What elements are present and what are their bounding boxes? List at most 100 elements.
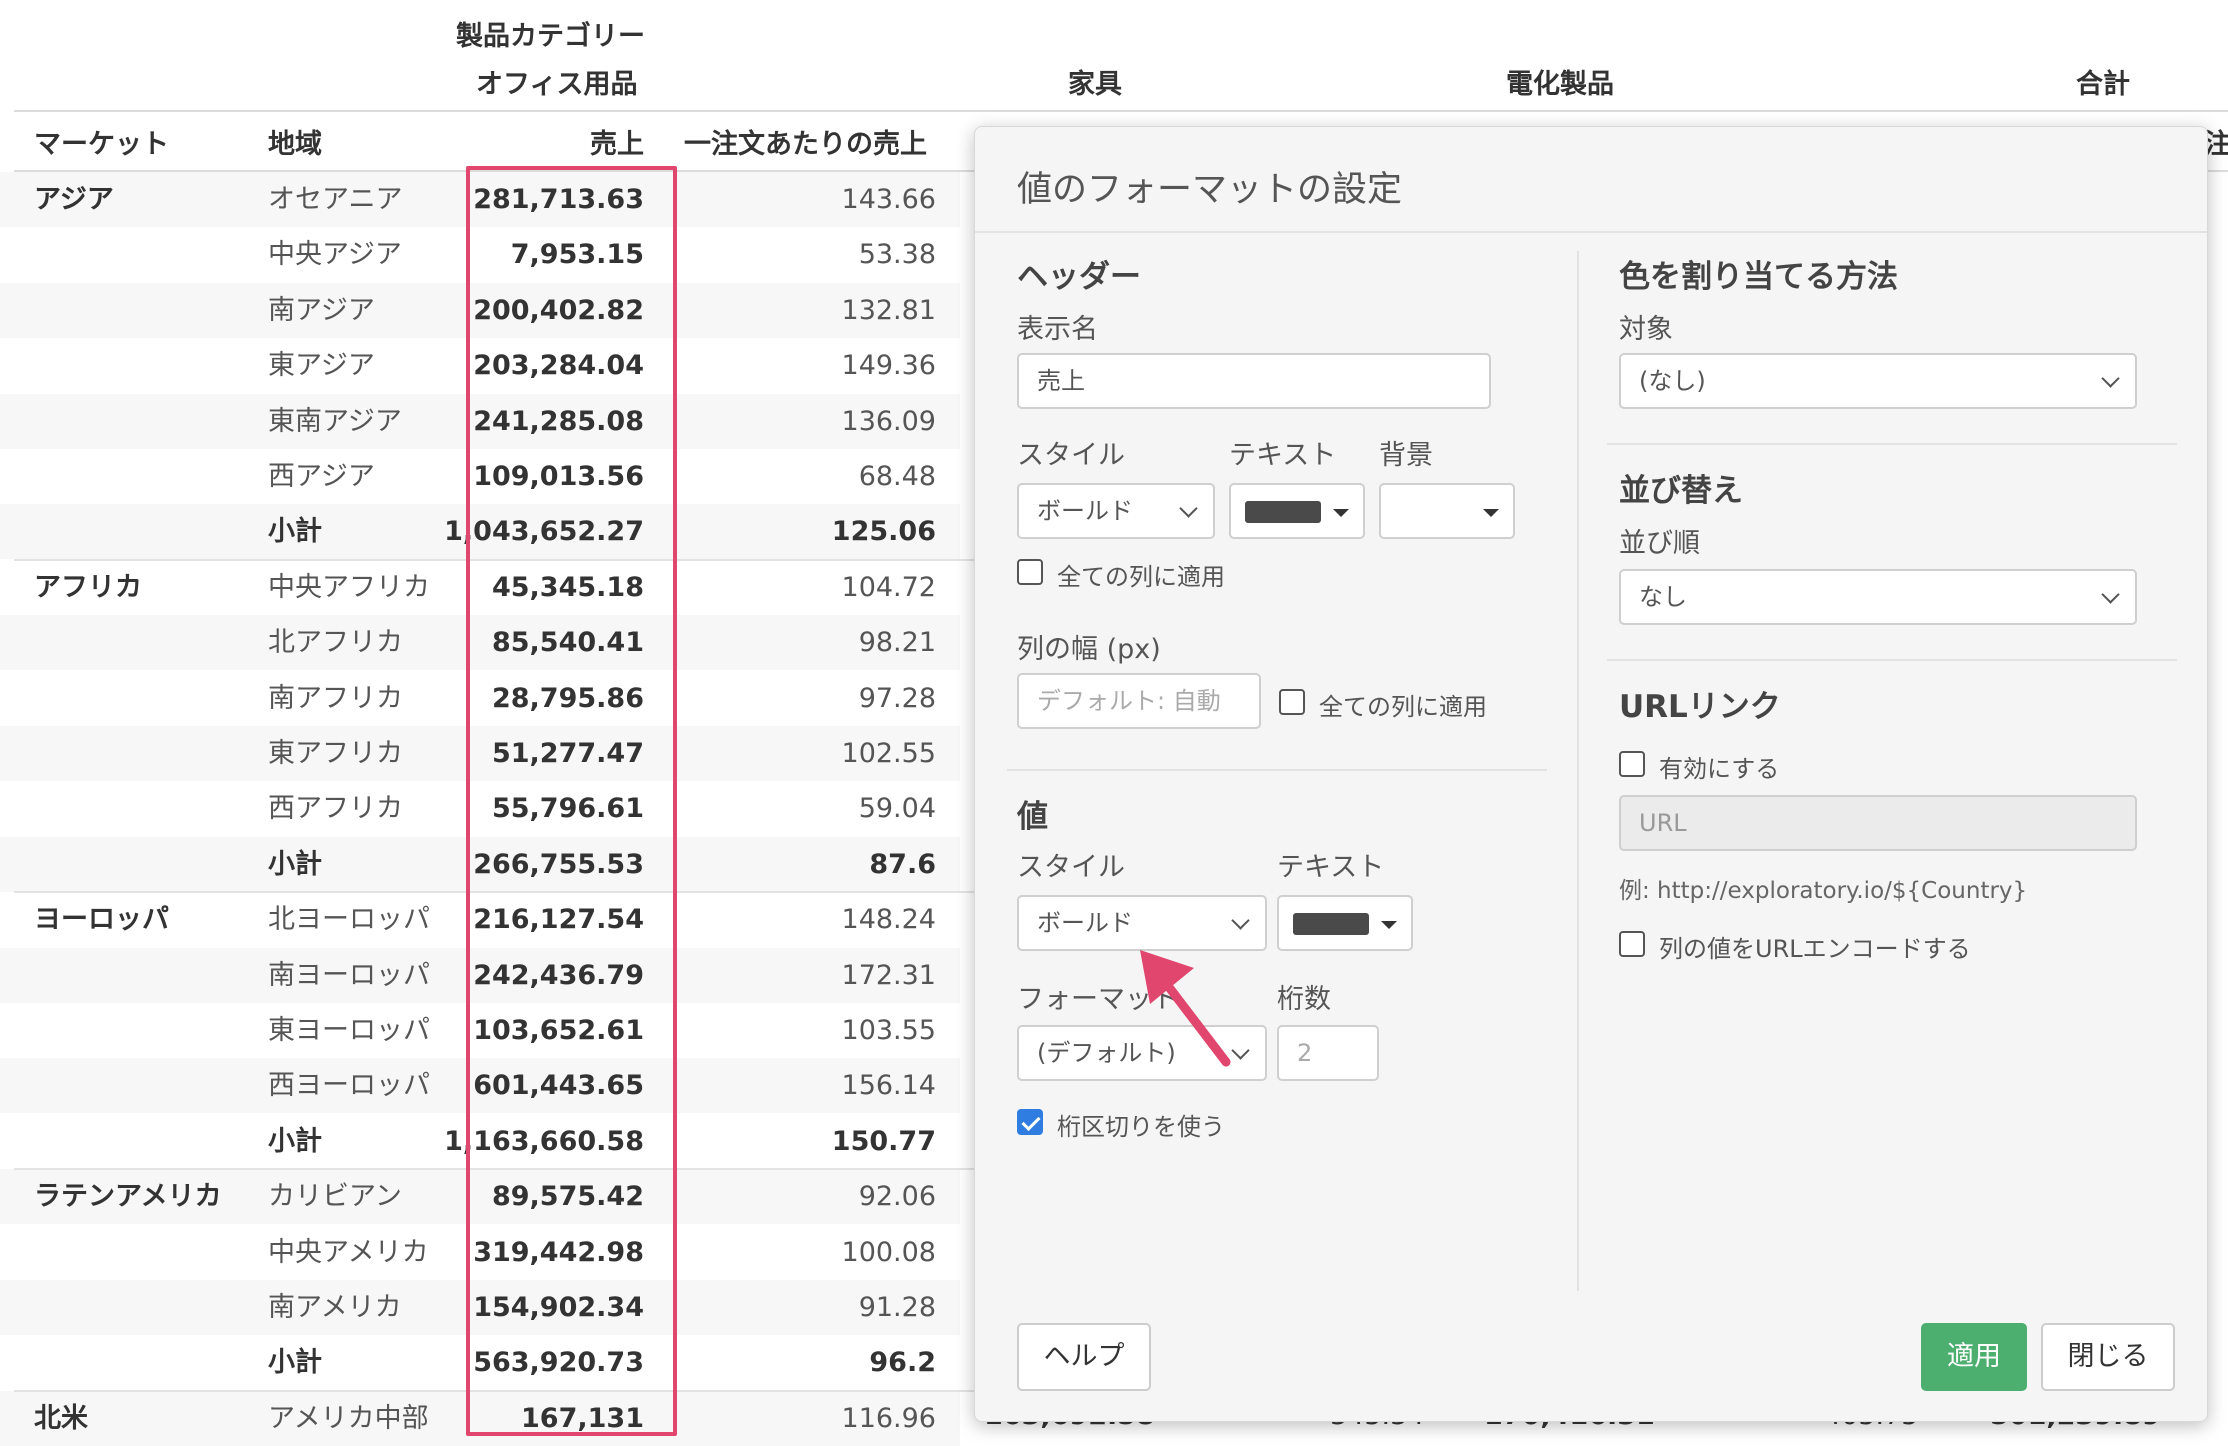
region-cell: 小計 — [268, 848, 322, 880]
dialog-title-divider — [975, 231, 2207, 233]
caret-down-icon — [1483, 509, 1499, 517]
region-cell: アメリカ中部 — [268, 1402, 429, 1434]
value-text-color-picker[interactable] — [1277, 895, 1413, 951]
avg-sales-cell: 100.08 — [841, 1236, 936, 1268]
avg-sales-cell: 68.48 — [858, 461, 936, 492]
header-text-label: テキスト — [1229, 440, 1337, 471]
dimension-label: 製品カテゴリー — [456, 21, 645, 52]
format-select[interactable]: (デフォルト) — [1017, 1025, 1267, 1081]
region-cell: 西アフリカ — [268, 793, 403, 825]
region-cell: 西アジア — [268, 461, 375, 492]
section-divider — [1607, 659, 2177, 661]
color-target-select[interactable]: (なし) — [1619, 353, 2137, 409]
header-style-select[interactable]: ボールド — [1017, 483, 1215, 539]
market-cell: アフリカ — [34, 571, 142, 603]
avg-sales-cell: 53.38 — [858, 239, 936, 271]
col-header-sales[interactable]: 売上 — [590, 122, 644, 161]
region-cell: 中央アフリカ — [268, 571, 430, 603]
url-input[interactable]: URL — [1619, 795, 2137, 851]
category-furniture: 家具 — [1068, 69, 1122, 100]
col-header-avg-sales[interactable]: 一注文あたりの売上 — [684, 122, 927, 161]
avg-sales-cell: 116.96 — [841, 1402, 936, 1434]
market-cell: アジア — [34, 184, 114, 215]
avg-sales-cell: 143.66 — [841, 184, 936, 215]
region-cell: 中央アジア — [268, 239, 402, 271]
color-section-heading: 色を割り当てる方法 — [1619, 259, 1898, 295]
value-text-color-swatch — [1293, 913, 1369, 935]
header-divider — [14, 110, 2228, 112]
display-name-label: 表示名 — [1017, 314, 1098, 345]
sort-order-select[interactable]: なし — [1619, 569, 2137, 625]
value-style-select[interactable]: ボールド — [1017, 895, 1267, 951]
dialog-title: 値のフォーマットの設定 — [1017, 170, 1403, 210]
value-text-label: テキスト — [1277, 852, 1385, 883]
market-cell: ヨーロッパ — [34, 904, 169, 936]
avg-sales-cell: 104.72 — [841, 571, 936, 603]
region-cell: オセアニア — [268, 184, 403, 215]
region-cell: 東ヨーロッパ — [268, 1015, 430, 1046]
avg-sales-cell: 91.28 — [858, 1292, 936, 1323]
column-width-label: 列の幅 (px) — [1017, 634, 1161, 665]
avg-sales-cell: 92.06 — [858, 1181, 936, 1213]
avg-sales-cell: 172.31 — [841, 959, 936, 991]
region-cell: 小計 — [268, 1125, 322, 1157]
avg-sales-cell: 132.81 — [841, 294, 936, 326]
format-label: フォーマット — [1017, 984, 1179, 1015]
avg-sales-cell: 98.21 — [858, 627, 936, 659]
header-section-heading: ヘッダー — [1017, 259, 1141, 295]
avg-sales-cell: 150.77 — [831, 1125, 936, 1157]
header-background-label: 背景 — [1379, 440, 1433, 471]
section-divider — [1607, 443, 2177, 445]
caret-down-icon — [1333, 509, 1349, 517]
category-office: オフィス用品 — [476, 69, 638, 100]
col-header-region[interactable]: 地域 — [268, 122, 322, 161]
sales-column-highlight — [466, 166, 677, 1436]
region-cell: 東南アジア — [268, 405, 402, 437]
region-cell: 北アフリカ — [268, 627, 403, 659]
avg-sales-cell: 148.24 — [841, 904, 936, 936]
display-name-input[interactable]: 売上 — [1017, 353, 1491, 409]
region-cell: 南アフリカ — [268, 682, 403, 714]
url-enable-checkbox[interactable] — [1619, 751, 1645, 777]
url-enable-label: 有効にする — [1659, 755, 1780, 783]
close-button[interactable]: 閉じる — [2041, 1323, 2175, 1391]
region-cell: 小計 — [268, 1347, 322, 1379]
apply-button[interactable]: 適用 — [1921, 1323, 2027, 1391]
width-apply-all-label: 全ての列に適用 — [1319, 693, 1487, 721]
region-cell: 中央アメリカ — [268, 1236, 429, 1268]
header-style-label: スタイル — [1017, 440, 1125, 471]
header-apply-all-checkbox[interactable] — [1017, 559, 1043, 585]
color-target-label: 対象 — [1619, 314, 1673, 345]
col-header-market[interactable]: マーケット — [34, 122, 169, 161]
digits-input[interactable]: 2 — [1277, 1025, 1379, 1081]
avg-sales-cell: 96.2 — [869, 1347, 936, 1379]
sort-section-heading: 並び替え — [1619, 473, 1743, 509]
region-cell: 小計 — [268, 516, 322, 548]
url-encode-label: 列の値をURLエンコードする — [1659, 935, 1971, 963]
header-apply-all-label: 全ての列に適用 — [1057, 563, 1225, 591]
avg-sales-cell: 97.28 — [858, 682, 936, 714]
width-apply-all-checkbox[interactable] — [1279, 689, 1305, 715]
value-style-label: スタイル — [1017, 852, 1125, 883]
format-settings-dialog: 値のフォーマットの設定 ヘッダー 表示名 売上 スタイル テキスト 背景 ボール… — [974, 126, 2208, 1422]
column-width-input[interactable]: デフォルト: 自動 — [1017, 673, 1261, 729]
region-cell: 西ヨーロッパ — [268, 1070, 430, 1102]
category-total: 合計 — [2076, 69, 2130, 100]
help-button[interactable]: ヘルプ — [1017, 1323, 1151, 1391]
thousands-separator-checkbox[interactable] — [1017, 1109, 1043, 1135]
region-cell: 南アジア — [268, 294, 375, 326]
region-cell: 南ヨーロッパ — [268, 959, 430, 991]
thousands-separator-label: 桁区切りを使う — [1057, 1113, 1225, 1141]
region-cell: 東アフリカ — [268, 738, 403, 769]
region-cell: 東アジア — [268, 350, 375, 382]
avg-sales-cell: 87.6 — [869, 848, 936, 880]
digits-label: 桁数 — [1277, 984, 1331, 1015]
header-background-color-picker[interactable] — [1379, 483, 1515, 539]
avg-sales-cell: 125.06 — [831, 516, 936, 548]
url-encode-checkbox[interactable] — [1619, 931, 1645, 957]
region-cell: カリビアン — [268, 1181, 402, 1213]
region-cell: 南アメリカ — [268, 1292, 402, 1323]
avg-sales-cell: 59.04 — [858, 793, 936, 825]
avg-sales-cell: 102.55 — [841, 738, 936, 769]
header-text-color-picker[interactable] — [1229, 483, 1365, 539]
